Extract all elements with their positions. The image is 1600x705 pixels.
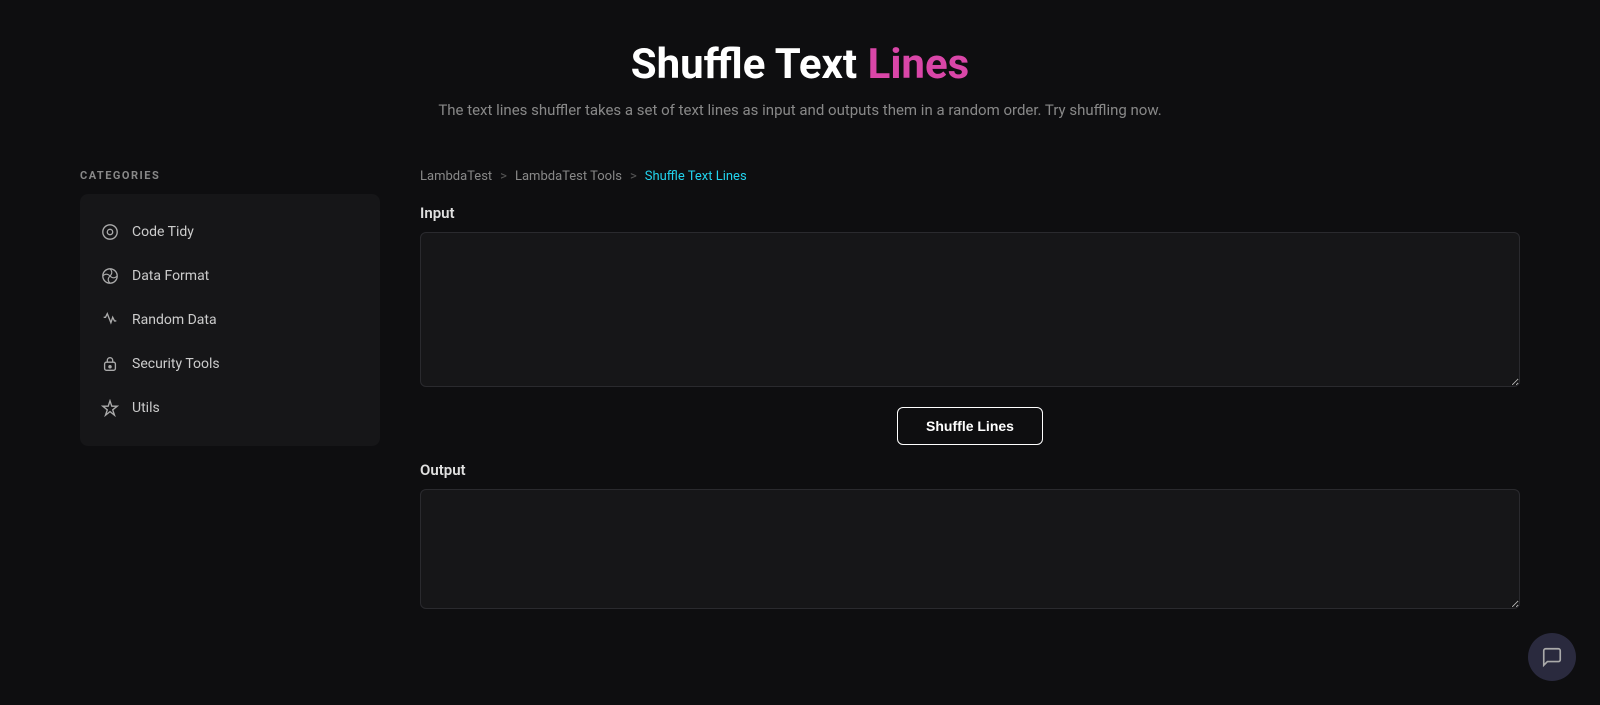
title-plain: Shuffle Text [631, 40, 857, 89]
chat-button[interactable] [1528, 633, 1576, 681]
sidebar-item-utils[interactable]: Utils [80, 386, 380, 430]
content-area: LambdaTest > LambdaTest Tools > Shuffle … [420, 169, 1520, 629]
sidebar-item-label-code-tidy: Code Tidy [132, 224, 194, 240]
page-subtitle: The text lines shuffler takes a set of t… [400, 101, 1200, 119]
security-tools-icon [100, 354, 120, 374]
breadcrumb-current: Shuffle Text Lines [645, 169, 747, 184]
sidebar: CATEGORIES Code Tidy [80, 169, 380, 629]
code-tidy-icon [100, 222, 120, 242]
breadcrumb-tools[interactable]: LambdaTest Tools [515, 169, 622, 184]
data-format-icon [100, 266, 120, 286]
page-header: Shuffle Text Lines The text lines shuffl… [0, 0, 1600, 149]
sidebar-item-label-random-data: Random Data [132, 312, 217, 328]
sidebar-item-security-tools[interactable]: Security Tools [80, 342, 380, 386]
sidebar-card: Code Tidy Data Format [80, 194, 380, 446]
categories-label: CATEGORIES [80, 169, 380, 182]
sidebar-item-label-utils: Utils [132, 400, 160, 416]
output-textarea[interactable] [420, 489, 1520, 609]
page-title: Shuffle Text Lines [20, 40, 1580, 89]
random-data-icon [100, 310, 120, 330]
title-highlight: Lines [868, 40, 970, 89]
input-label: Input [420, 204, 1520, 222]
breadcrumb-sep-1: > [500, 169, 507, 184]
sidebar-item-label-data-format: Data Format [132, 268, 209, 284]
button-row: Shuffle Lines [420, 407, 1520, 445]
input-section: Input [420, 204, 1520, 391]
output-label: Output [420, 461, 1520, 479]
chat-icon [1541, 646, 1563, 668]
sidebar-item-label-security-tools: Security Tools [132, 356, 220, 372]
shuffle-lines-button[interactable]: Shuffle Lines [897, 407, 1043, 445]
breadcrumb-lambdatest[interactable]: LambdaTest [420, 169, 492, 184]
breadcrumb: LambdaTest > LambdaTest Tools > Shuffle … [420, 169, 1520, 184]
output-section: Output [420, 461, 1520, 613]
sidebar-item-random-data[interactable]: Random Data [80, 298, 380, 342]
utils-icon [100, 398, 120, 418]
breadcrumb-sep-2: > [630, 169, 637, 184]
sidebar-item-data-format[interactable]: Data Format [80, 254, 380, 298]
sidebar-item-code-tidy[interactable]: Code Tidy [80, 210, 380, 254]
input-textarea[interactable] [420, 232, 1520, 387]
main-layout: CATEGORIES Code Tidy [0, 149, 1600, 649]
